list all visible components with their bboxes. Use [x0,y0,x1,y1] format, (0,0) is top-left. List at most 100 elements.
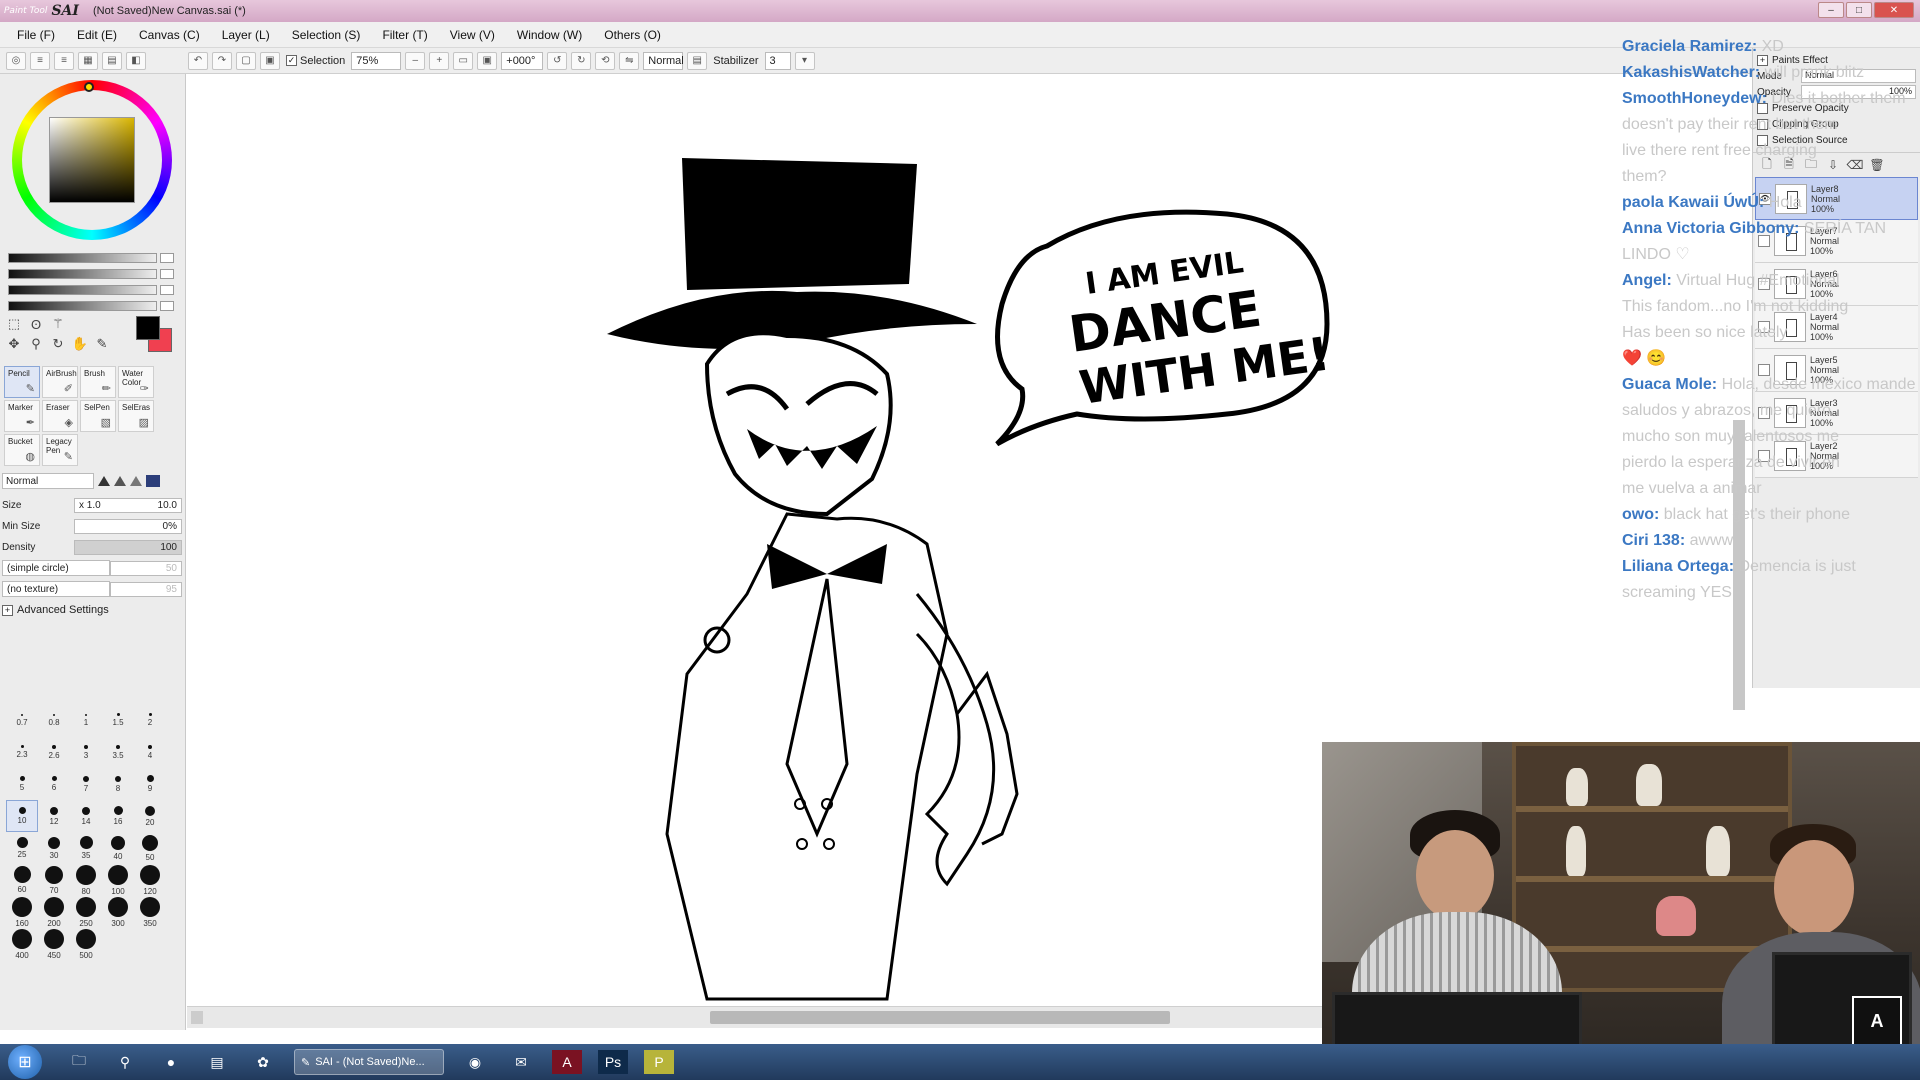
brush-shape-select[interactable]: (simple circle) [2,560,110,576]
chrome-icon[interactable]: ◉ [460,1050,490,1074]
expand-icon[interactable]: + [2,604,13,616]
brush-size-option[interactable]: 80 [70,864,102,896]
blend-mode-menu-icon[interactable]: ▤ [687,51,708,70]
file-explorer-icon[interactable]: 🗀 [64,1050,94,1074]
brush-size-option[interactable]: 300 [102,896,134,928]
color-wheel-toggle-icon[interactable]: ◎ [6,51,26,70]
rotate-left-icon[interactable]: ↺ [547,51,568,70]
photoshop-icon[interactable]: Ps [598,1050,628,1074]
brush-shape-square-icon[interactable] [146,475,160,487]
foreground-color[interactable] [136,316,160,340]
advanced-settings-toggle[interactable]: + Advanced Settings [2,604,182,616]
brush-size-option[interactable]: 400 [6,928,38,960]
spotify-icon[interactable]: ● [156,1050,186,1074]
rotate-icon[interactable]: ↻ [50,336,66,352]
search-icon[interactable]: ⚲ [110,1050,140,1074]
slider-row[interactable] [8,299,174,312]
brush-size-option[interactable]: 450 [38,928,70,960]
move-icon[interactable]: ✥ [6,336,22,352]
brush-size-option[interactable]: 160 [6,896,38,928]
rotate-reset-icon[interactable]: ⟲ [595,51,616,70]
tool-eraser[interactable]: Eraser ◈ [42,400,78,432]
rect-select-icon[interactable]: ⬚ [6,316,22,332]
rgb-slider-toggle-icon[interactable]: ≡ [30,51,50,70]
tool-pencil[interactable]: Pencil ✎ [4,366,40,398]
brush-size-option[interactable]: 350 [134,896,166,928]
slider-row[interactable] [8,283,174,296]
deselect-icon[interactable]: ▢ [236,51,256,70]
swatch-toggle-icon[interactable]: ▦ [78,51,98,70]
brush-size-option[interactable]: 5 [6,768,38,800]
zoom-out-icon[interactable]: – [405,51,426,70]
hue-knob[interactable] [84,82,94,92]
windows-start-icon[interactable]: ⊞ [8,1045,42,1079]
brush-shape-sharp-icon[interactable] [98,476,110,486]
app-icon[interactable]: P [644,1050,674,1074]
zoom-fit-icon[interactable]: ▣ [477,51,498,70]
brush-shape-round-icon[interactable] [130,476,142,486]
tool-brush[interactable]: Brush ✏ [80,366,116,398]
scroll-left-icon[interactable] [191,1011,203,1024]
adobe-icon[interactable]: A [552,1050,582,1074]
taskbar-sai-window[interactable]: ✎ SAI - (Not Saved)Ne... [294,1049,444,1075]
notepad-icon[interactable]: ▤ [202,1050,232,1074]
brush-mode-select[interactable]: Normal [2,473,94,489]
tool-marker[interactable]: Marker ✒ [4,400,40,432]
brush-size-option[interactable]: 8 [102,768,134,800]
tool-watercolor[interactable]: Water Color ✑ [118,366,154,398]
stabilizer-field[interactable]: 3 [764,51,791,70]
zoom-field[interactable]: 75% [351,51,402,70]
brush-size-option[interactable]: 12 [38,800,70,832]
brush-size-option[interactable]: 20 [134,800,166,832]
flip-icon[interactable]: ⇋ [619,51,640,70]
eyedropper-icon[interactable]: ✎ [94,336,110,352]
tool-bucket[interactable]: Bucket ◍ [4,434,40,466]
zoom-reset-icon[interactable]: ▭ [453,51,474,70]
brush-size-option[interactable]: 25 [6,832,38,864]
color-wheel[interactable] [12,80,172,240]
brush-size-option[interactable]: 120 [134,864,166,896]
brush-size-option[interactable]: 3 [70,736,102,768]
brush-size-option[interactable]: 250 [70,896,102,928]
brush-size-option[interactable]: 40 [102,832,134,864]
menu-view[interactable]: View (V) [439,28,506,42]
min-size-field[interactable]: 0% [74,518,182,534]
rotation-field[interactable]: +000° [501,51,544,70]
brush-size-option[interactable]: 14 [70,800,102,832]
menu-filter[interactable]: Filter (T) [371,28,438,42]
brush-size-option[interactable]: 4 [134,736,166,768]
zoom-icon[interactable]: ⚲ [28,336,44,352]
brush-size-option[interactable]: 2.6 [38,736,70,768]
brush-shape-medium-icon[interactable] [114,476,126,486]
tool-airbrush[interactable]: AirBrush ✐ [42,366,78,398]
scroll-thumb[interactable] [710,1011,1170,1024]
saturation-value-square[interactable] [49,117,135,203]
outlook-icon[interactable]: ✉ [506,1050,536,1074]
brush-size-option[interactable]: 35 [70,832,102,864]
maximize-button[interactable]: □ [1846,2,1872,18]
menu-selection[interactable]: Selection (S) [281,28,372,42]
brush-size-option[interactable]: 1 [70,704,102,736]
brush-size-option[interactable]: 50 [134,832,166,864]
menu-edit[interactable]: Edit (E) [66,28,128,42]
brush-size-option[interactable]: 6 [38,768,70,800]
brush-size-option[interactable]: 100 [102,864,134,896]
invert-selection-icon[interactable]: ▣ [260,51,280,70]
tool-legacy-pen[interactable]: Legacy Pen ✎ [42,434,78,466]
brush-size-option[interactable]: 0.8 [38,704,70,736]
brush-size-option[interactable]: 0.7 [6,704,38,736]
brush-size-option[interactable]: 200 [38,896,70,928]
hsv-slider-toggle-icon[interactable]: ≡ [54,51,74,70]
undo-icon[interactable]: ↶ [188,51,208,70]
brush-size-option[interactable]: 16 [102,800,134,832]
brush-size-option[interactable]: 70 [38,864,70,896]
density-field[interactable]: 100 [74,539,182,555]
menu-canvas[interactable]: Canvas (C) [128,28,211,42]
magic-wand-icon[interactable]: ⚚ [50,316,66,332]
brush-size-option[interactable]: 2 [134,704,166,736]
hand-icon[interactable]: ✋ [72,336,88,352]
brush-size-option[interactable]: 2.3 [6,736,38,768]
brush-size-option[interactable]: 1.5 [102,704,134,736]
selection-toggle[interactable]: ✓ Selection [286,55,345,67]
brush-size-option[interactable]: 60 [6,864,38,896]
